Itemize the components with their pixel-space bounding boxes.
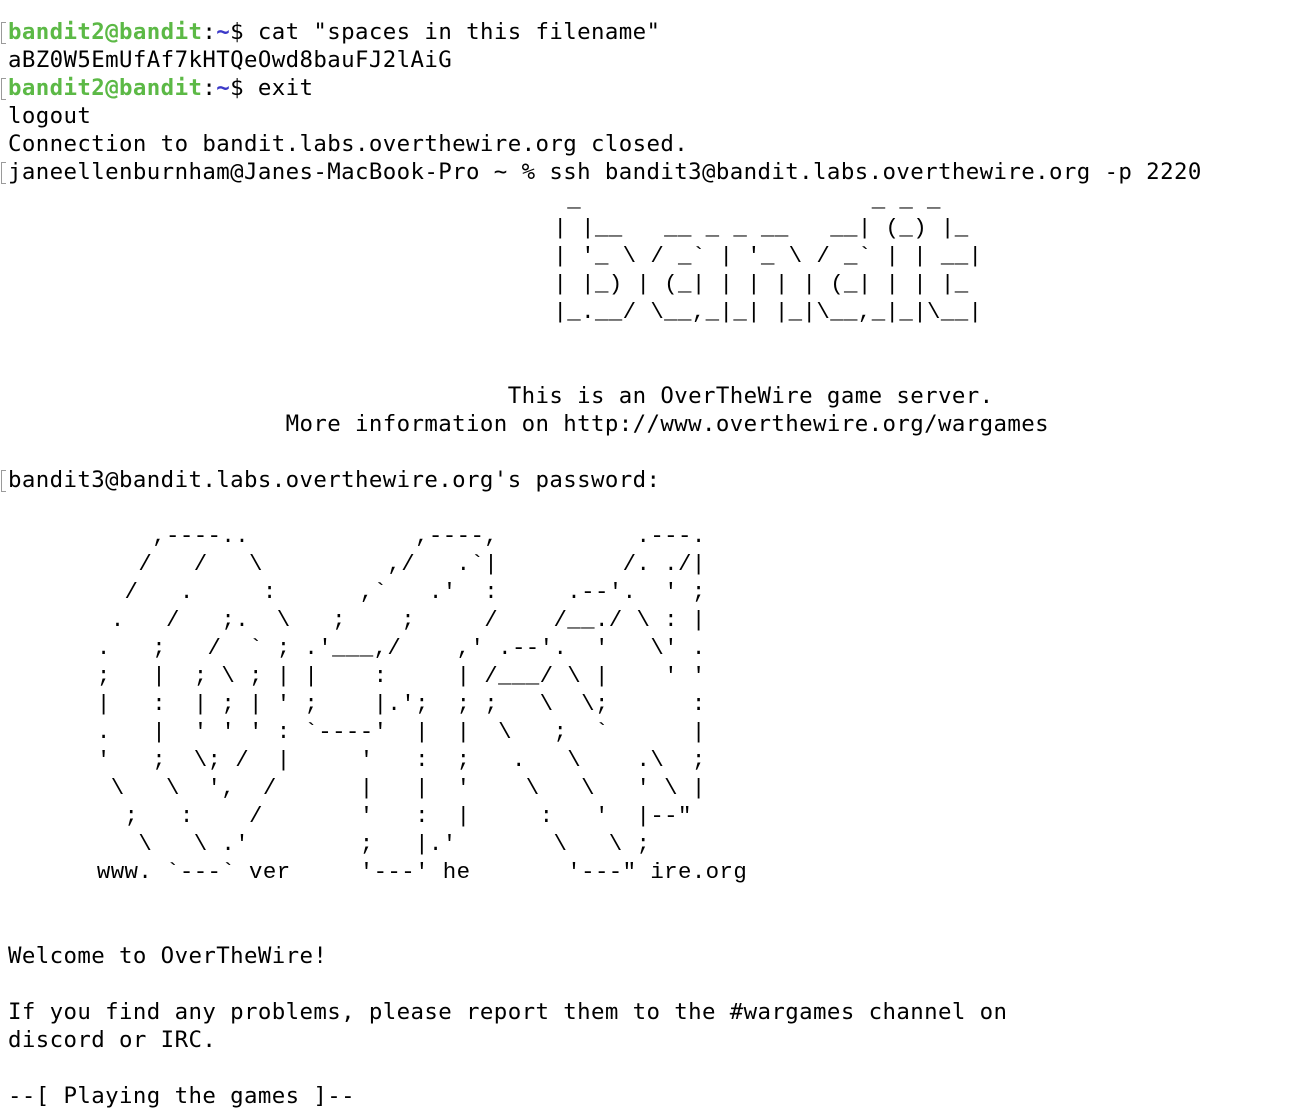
output-line: Connection to bandit.labs.overthewire.or… [8, 131, 689, 157]
info-text: discord or IRC. [8, 1027, 217, 1053]
prompt-path: ~ [216, 19, 231, 45]
command-text: $ cat "spaces in this filename" [230, 19, 661, 45]
local-prompt-line: janeellenburnham@Janes-MacBook-Pro ~ % s… [0, 158, 1310, 186]
terminal-window[interactable]: bandit2@bandit:~$ cat "spaces in this fi… [0, 18, 1310, 1110]
output-line: aBZ0W5EmUfAf7kHTQeOwd8bauFJ2lAiG [8, 47, 453, 73]
banner-text: More information on http://www.overthewi… [8, 411, 1050, 437]
welcome-text: Welcome to OverTheWire! [8, 943, 328, 969]
overthewire-ascii-logo: ,----.. ,----, .---. / / \ ,/ .`| /. ./|… [96, 523, 748, 885]
bandit-ascii-banner: _ _ _ _ | |__ __ _ _ __ __| (_) |_ | '_ … [553, 187, 983, 325]
output-line: logout [8, 103, 92, 129]
prompt-path: ~ [216, 75, 231, 101]
info-text: If you find any problems, please report … [8, 999, 1008, 1025]
prompt-user: bandit2@bandit [8, 75, 203, 101]
prompt-user: bandit2@bandit [8, 19, 203, 45]
section-heading: --[ Playing the games ]-- [8, 1083, 356, 1109]
banner-text: This is an OverTheWire game server. [8, 383, 994, 409]
command-text: $ exit [230, 75, 314, 101]
password-prompt[interactable]: bandit3@bandit.labs.overthewire.org's pa… [0, 466, 1310, 494]
prompt-line: bandit2@bandit:~$ exit [0, 74, 1310, 102]
prompt-line: bandit2@bandit:~$ cat "spaces in this fi… [0, 18, 1310, 46]
